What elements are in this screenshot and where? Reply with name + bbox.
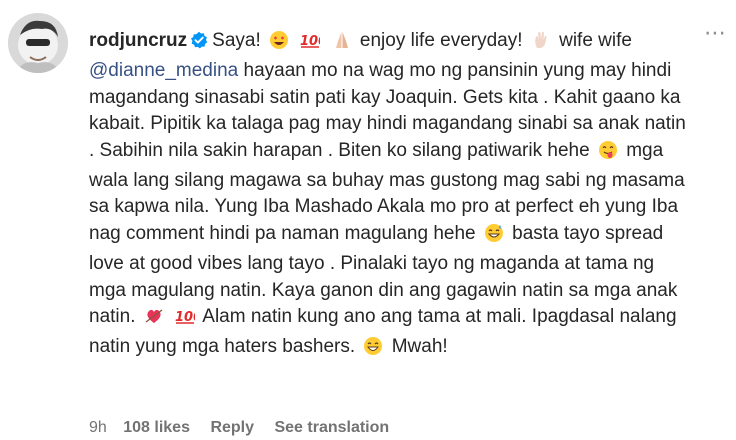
hundred-points-emoji: 100 (300, 30, 327, 58)
heart-arrow-emoji (144, 306, 164, 334)
hundred-points-emoji: 100 (175, 306, 202, 334)
verified-badge-icon (190, 31, 208, 57)
grinning-smile-emoji (363, 336, 383, 364)
praying-hands-emoji (332, 30, 352, 58)
comment-text-segment: wife wife (559, 30, 632, 51)
comment-text: Saya! 100 enjoy life everyday! wife wife… (89, 30, 686, 357)
mention-link[interactable]: @dianne_medina (89, 60, 238, 81)
username[interactable]: rodjuncruz (89, 30, 187, 51)
zany-face-emoji (598, 140, 618, 168)
comment-text-segment: Mwah! (391, 336, 448, 358)
avatar[interactable] (8, 13, 68, 73)
comment-text-segment: Saya! (212, 30, 261, 51)
likes-count[interactable]: 108 likes (123, 419, 190, 437)
avatar-image (8, 13, 68, 73)
more-options-icon[interactable]: ⋯ (704, 22, 727, 44)
heart-eyes-emoji (269, 30, 289, 58)
grinning-sweat-emoji (484, 223, 504, 251)
comment-body: rodjuncruzSaya! 100 enjoy life everyday!… (89, 28, 689, 365)
comment-meta: 9h 108 likes Reply See translation (89, 419, 389, 437)
comment-text-segment: enjoy life everyday! (359, 30, 523, 51)
timestamp[interactable]: 9h (89, 419, 107, 437)
reply-button[interactable]: Reply (210, 419, 254, 437)
comment: ⋯ rodjuncruzSaya! 100 enjoy life everyda… (0, 0, 736, 440)
waving-hand-emoji (531, 30, 551, 58)
see-translation-button[interactable]: See translation (274, 419, 389, 437)
